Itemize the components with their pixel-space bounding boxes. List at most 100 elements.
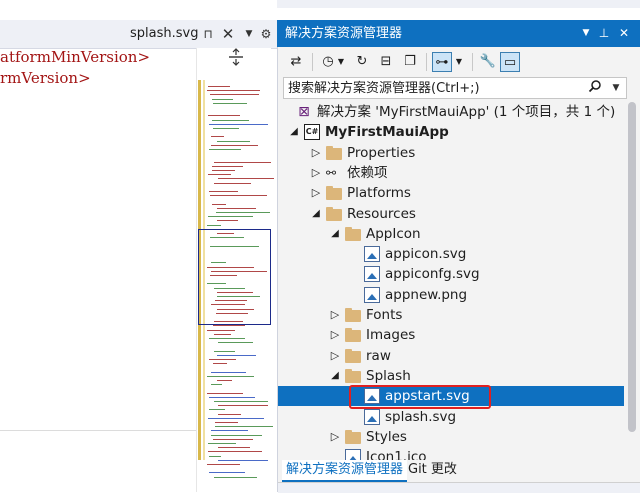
expanded-caret-icon[interactable]: ◢ [310,204,322,224]
folder-icon [326,145,342,160]
tree-item-label: Splash [366,367,411,384]
minimap-line [208,86,230,87]
chevron-down-icon[interactable]: ▼ [454,52,464,72]
folder-icon [345,429,361,444]
collapsed-caret-icon[interactable]: ▷ [310,163,322,183]
minimap-line [212,170,235,171]
tree-item-label: splash.svg [385,408,457,425]
csharp-project-icon: C# [304,124,320,141]
minimap-line [213,128,239,129]
close-icon[interactable]: ✕ [220,26,236,42]
tree-item[interactable]: ◢ C# MyFirstMauiApp [278,122,624,142]
expanded-caret-icon[interactable]: ◢ [329,366,341,386]
tab-git-changes[interactable]: Git 更改 [404,460,461,480]
tree-item[interactable]: ▷ Platforms [278,183,624,203]
minimap-line [217,380,232,381]
minimap-line [218,342,253,344]
tree-item[interactable]: ◢ AppIcon [278,224,624,244]
tab-solution-explorer[interactable]: 解决方案资源管理器 [282,460,408,482]
split-icon [229,48,243,66]
preview-icon[interactable]: ▭ [500,52,520,72]
history-icon[interactable]: ◷ [318,52,338,72]
expanded-caret-icon[interactable]: ◢ [329,224,341,244]
minimap-line [209,472,245,474]
tree-item-label: appicon.svg [385,246,467,263]
collapse-all-icon[interactable]: ⊟ [376,52,396,72]
collapsed-caret-icon[interactable]: ▷ [329,305,341,325]
sync-icon[interactable]: ⇄ [286,52,306,72]
minimap-line [217,140,250,142]
minimap-line [209,123,268,125]
tree-item[interactable]: ▷ Styles [278,427,624,447]
selection-annotation [349,385,491,409]
tree-item-label: AppIcon [366,225,421,242]
pin-icon[interactable]: ⊥ [595,24,613,42]
show-all-files-icon[interactable]: ❐ [400,52,420,72]
tree-item[interactable]: ◢ Resources [278,204,624,224]
scrollbar-thumb[interactable] [628,102,636,432]
minimap-line [218,405,268,407]
chevron-down-icon[interactable]: ▼ [241,26,257,42]
search-box[interactable]: ▼ [283,77,627,99]
minimap-line [214,182,251,184]
tree-item[interactable]: appnew.png [278,285,624,305]
collapsed-caret-icon[interactable]: ▷ [329,427,341,447]
collapsed-caret-icon[interactable]: ▷ [310,183,322,203]
search-input[interactable] [288,78,588,98]
pin-icon[interactable]: ⊓ [200,26,216,42]
minimap-line [214,161,271,163]
dropdown-icon[interactable]: ▼ [577,24,595,42]
minimap-line [212,119,249,121]
tree-view-icon[interactable]: ⊶ [432,52,452,72]
minimap-line [212,203,226,205]
tree-item-label: Properties [347,144,416,161]
tree-item[interactable]: appicon.svg [278,244,624,264]
search-icon[interactable] [586,79,604,97]
wrench-icon[interactable]: 🔧 [478,52,498,72]
expanded-caret-icon[interactable]: ◢ [288,122,300,142]
collapsed-caret-icon[interactable]: ▷ [329,325,341,345]
folder-icon [345,328,361,343]
panel-bottom-tabs: 解决方案资源管理器 Git 更改 [278,460,640,482]
tree-item[interactable]: appiconfg.svg [278,264,624,284]
tree-item[interactable]: ◢ Splash [278,366,624,386]
minimap-line [211,384,222,386]
tree-item[interactable]: ⊠ 解决方案 'MyFirstMauiApp' (1 个项目，共 1 个) [278,102,624,122]
minimap-line [209,149,241,150]
panel-title-bar: 解决方案资源管理器 ▼ ⊥ ✕ [277,20,640,47]
collapsed-caret-icon[interactable]: ▷ [310,143,322,163]
tree-item[interactable]: ▷ ⚯ 依赖项 [278,163,624,183]
tree-item[interactable]: ▷ Images [278,325,624,345]
minimap-line [214,350,235,352]
minimap-line [211,371,246,373]
chevron-down-icon[interactable]: ▼ [610,79,622,97]
tree-item-label: appnew.png [385,286,468,303]
code-line-2[interactable]: rmVersion> [0,69,91,87]
minimap-line [208,443,236,444]
tree-item[interactable]: Icon1.ico [278,447,624,460]
tree-item-label: Icon1.ico [366,449,427,460]
close-icon[interactable]: ✕ [615,24,633,42]
tree-item[interactable]: ▷ Properties [278,143,624,163]
image-file-icon [364,286,380,303]
minimap-line [213,438,253,440]
minimap-line [207,375,254,377]
tree-scrollbar[interactable] [624,102,640,460]
split-editor-button[interactable] [216,48,256,66]
minimap-line [213,102,247,104]
editor-tab-splash[interactable]: splash.svg [130,20,198,48]
tree-item[interactable]: ▷ Fonts [278,305,624,325]
tree-item[interactable]: splash.svg [278,407,624,427]
minimap-line [209,191,238,192]
folder-icon [345,368,361,383]
tree-item[interactable]: ▷ raw [278,346,624,366]
minimap-viewport[interactable] [198,229,271,325]
chevron-down-icon[interactable]: ▼ [336,52,346,72]
refresh-icon[interactable]: ↻ [352,52,372,72]
minimap-line [207,329,235,331]
collapsed-caret-icon[interactable]: ▷ [329,346,341,366]
code-line-1[interactable]: atformMinVersion> [0,48,150,66]
minimap-line [218,459,268,461]
gear-icon[interactable]: ⚙ [258,26,274,42]
minimap-line [208,417,264,419]
